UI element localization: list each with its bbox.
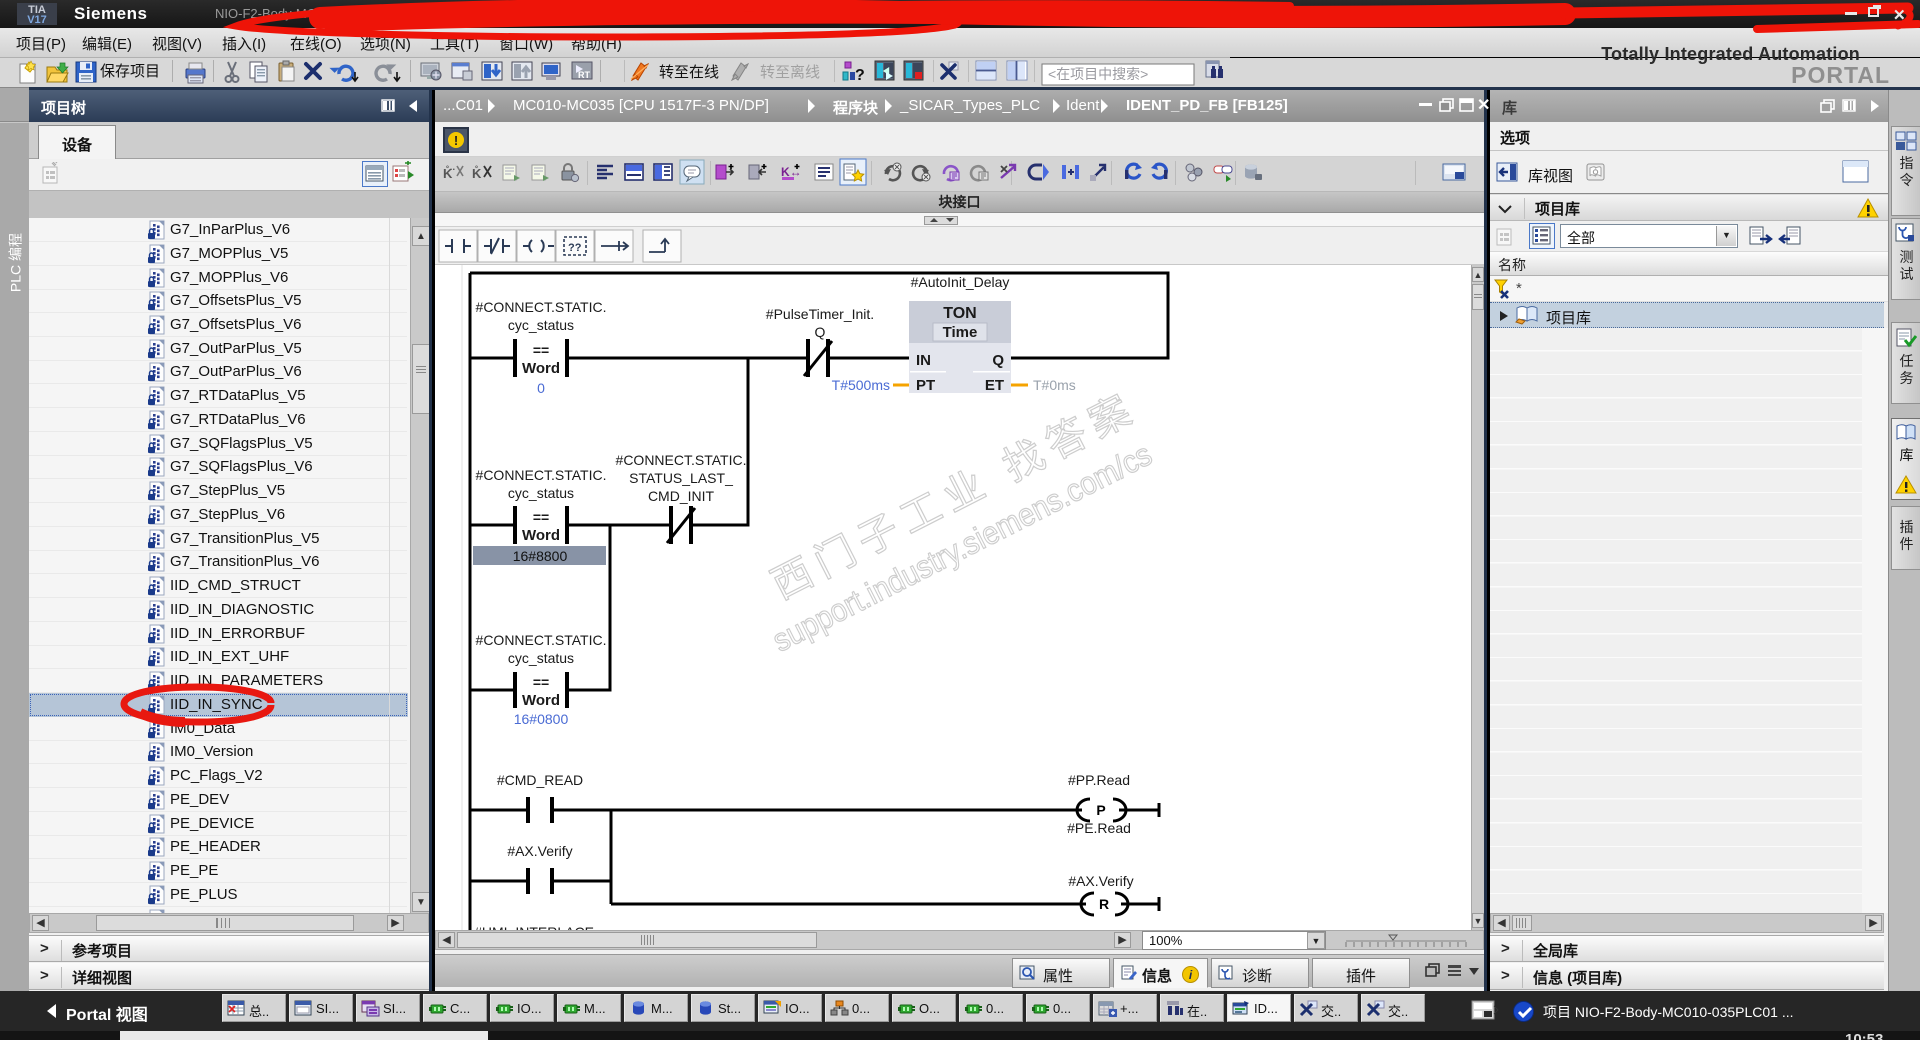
svg-text:#CONNECT.STATIC.: #CONNECT.STATIC. (476, 467, 607, 483)
svg-text:Word: Word (522, 360, 560, 377)
svg-text:#CONNECT.STATIC.: #CONNECT.STATIC. (476, 632, 607, 648)
svg-text:IN: IN (916, 352, 931, 369)
svg-text:转至在线: 转至在线 (659, 64, 719, 81)
svg-text:CMD_INIT: CMD_INIT (648, 488, 715, 504)
svg-text:#AutoInit_Delay: #AutoInit_Delay (911, 274, 1010, 290)
svg-text:16#8800: 16#8800 (513, 548, 568, 564)
svg-text:PT: PT (916, 377, 935, 394)
svg-text:??: ?? (568, 242, 582, 254)
svg-text:#PE.Read: #PE.Read (1067, 820, 1131, 836)
svg-text:?: ? (855, 67, 865, 84)
svg-text:cyc_status: cyc_status (508, 650, 574, 666)
svg-text:Q: Q (815, 324, 826, 340)
svg-text:RT: RT (578, 70, 590, 80)
svg-text:T#0ms: T#0ms (1033, 377, 1076, 393)
svg-text:#AX.Verify: #AX.Verify (1068, 873, 1133, 889)
svg-text:R: R (1099, 896, 1109, 912)
svg-text:==: == (533, 509, 549, 525)
svg-text:#CMD_READ: #CMD_READ (497, 772, 583, 788)
svg-text:转至离线: 转至离线 (760, 64, 820, 81)
svg-text:16#0800: 16#0800 (514, 711, 569, 727)
svg-text:Word: Word (522, 692, 560, 709)
svg-text:==: == (533, 342, 549, 358)
svg-text:Word: Word (522, 527, 560, 544)
svg-text:ET: ET (985, 377, 1004, 394)
svg-text:保存项目: 保存项目 (100, 63, 160, 80)
svg-text:K̊: K̊ (472, 166, 482, 181)
svg-text:#PulseTimer_Init.: #PulseTimer_Init. (766, 306, 874, 322)
svg-text:cyc_status: cyc_status (508, 485, 574, 501)
svg-text:Q: Q (992, 352, 1004, 369)
svg-text:Time: Time (943, 324, 978, 341)
svg-text:<在项目中搜索>: <在项目中搜索> (1048, 66, 1148, 82)
svg-text:TON: TON (943, 305, 976, 322)
svg-text:==: == (533, 674, 549, 690)
svg-text:#AX.Verify: #AX.Verify (507, 843, 572, 859)
svg-text:#CONNECT.STATIC.: #CONNECT.STATIC. (616, 452, 747, 468)
svg-text:T#500ms: T#500ms (832, 377, 890, 393)
svg-text:#CONNECT.STATIC.: #CONNECT.STATIC. (476, 299, 607, 315)
svg-text:K̊̈: K̊̈ (443, 166, 455, 181)
svg-text:cyc_status: cyc_status (508, 317, 574, 333)
svg-text:0: 0 (537, 380, 545, 396)
svg-text:STATUS_LAST_: STATUS_LAST_ (629, 470, 733, 486)
svg-text:P: P (1096, 802, 1105, 818)
svg-text:#PP.Read: #PP.Read (1068, 772, 1130, 788)
